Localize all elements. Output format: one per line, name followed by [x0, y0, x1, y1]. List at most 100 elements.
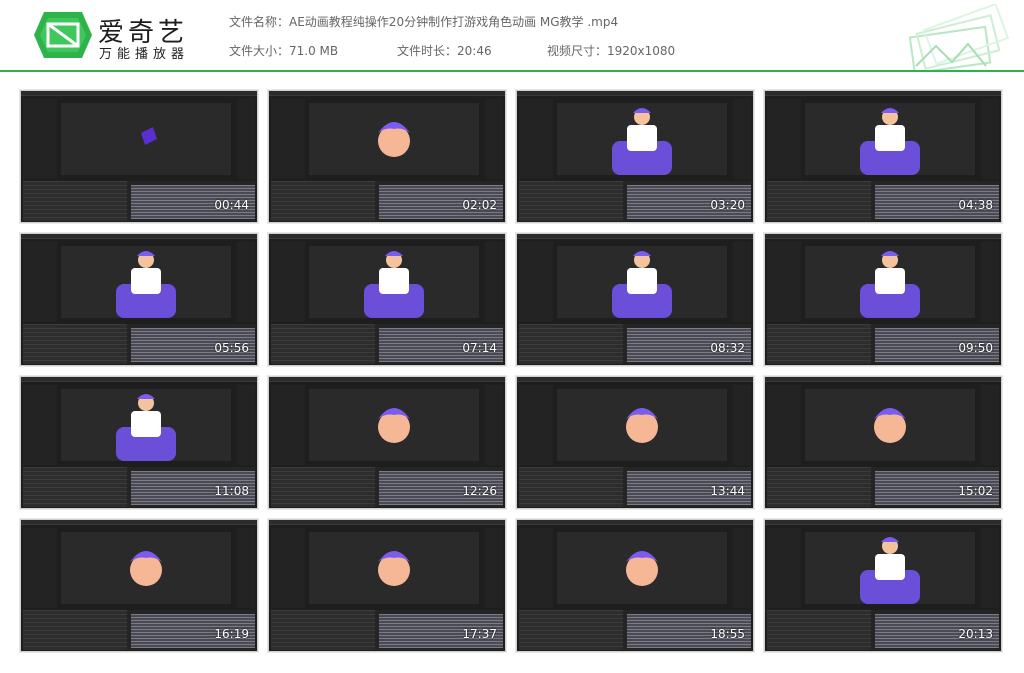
video-thumbnail[interactable]: 18:55 [515, 518, 755, 653]
layer-list [519, 610, 623, 650]
composition-viewer [557, 532, 727, 604]
layer-list [767, 610, 871, 650]
character-figure-icon [378, 122, 410, 157]
effects-panel [981, 242, 999, 322]
film-frame-decoration-icon [908, 4, 1010, 70]
layer-list [23, 324, 127, 364]
composition-viewer [61, 532, 231, 604]
video-thumbnail[interactable]: 09:50 [763, 232, 1003, 367]
effects-panel [733, 99, 751, 179]
project-panel [271, 385, 305, 465]
character-figure-icon [364, 251, 424, 318]
video-thumbnail[interactable]: 00:44 [19, 89, 259, 224]
layer-list [271, 324, 375, 364]
project-panel [23, 385, 57, 465]
layer-list [23, 467, 127, 507]
character-figure-icon [860, 537, 920, 604]
character-figure-icon [612, 251, 672, 318]
project-panel [271, 528, 305, 608]
character-figure-icon [860, 251, 920, 318]
thumbnail-timestamp: 11:08 [214, 484, 249, 498]
video-thumbnail[interactable]: 13:44 [515, 375, 755, 510]
video-dimension-label: 视频尺寸： [547, 44, 608, 58]
project-panel [23, 528, 57, 608]
layer-list [767, 324, 871, 364]
app-menubar [21, 377, 257, 382]
thumbnail-timestamp: 05:56 [214, 341, 249, 355]
thumbnail-timestamp: 07:14 [462, 341, 497, 355]
project-panel [519, 528, 553, 608]
app-menubar [517, 520, 753, 525]
file-duration-info: 文件时长：20:46 [397, 42, 492, 59]
app-menubar [269, 91, 505, 96]
effects-panel [237, 99, 255, 179]
project-panel [271, 99, 305, 179]
video-dimension-info: 视频尺寸：1920x1080 [547, 42, 675, 59]
video-thumbnail[interactable]: 12:26 [267, 375, 507, 510]
character-figure-icon [130, 551, 162, 586]
file-name-info: 文件名称：AE动画教程纯操作20分钟制作打游戏角色动画 MG教学 .mp4 [229, 13, 618, 30]
effects-panel [237, 385, 255, 465]
video-thumbnail[interactable]: 05:56 [19, 232, 259, 367]
thumbnail-timestamp: 13:44 [710, 484, 745, 498]
project-panel [519, 385, 553, 465]
file-size-value: 71.0 MB [289, 44, 339, 58]
effects-panel [733, 242, 751, 322]
composition-viewer [61, 389, 231, 461]
video-thumbnail[interactable]: 03:20 [515, 89, 755, 224]
video-thumbnail[interactable]: 08:32 [515, 232, 755, 367]
layer-list [271, 181, 375, 221]
thumbnail-timestamp: 08:32 [710, 341, 745, 355]
thumbnail-timestamp: 18:55 [710, 627, 745, 641]
character-figure-icon [378, 551, 410, 586]
character-figure-icon [612, 108, 672, 175]
app-menubar [765, 234, 1001, 239]
video-thumbnail[interactable]: 15:02 [763, 375, 1003, 510]
composition-viewer [557, 246, 727, 318]
effects-panel [981, 99, 999, 179]
layer-list [271, 467, 375, 507]
layer-list [519, 324, 623, 364]
thumbnail-timestamp: 17:37 [462, 627, 497, 641]
app-menubar [21, 520, 257, 525]
project-panel [767, 242, 801, 322]
layer-list [767, 467, 871, 507]
file-name-value: AE动画教程纯操作20分钟制作打游戏角色动画 MG教学 .mp4 [289, 15, 619, 29]
project-panel [519, 99, 553, 179]
file-name-label: 文件名称： [229, 15, 290, 29]
app-menubar [21, 91, 257, 96]
video-thumbnail[interactable]: 02:02 [267, 89, 507, 224]
effects-panel [733, 385, 751, 465]
project-panel [23, 242, 57, 322]
thumbnail-timestamp: 09:50 [958, 341, 993, 355]
video-thumbnail[interactable]: 04:38 [763, 89, 1003, 224]
video-thumbnail[interactable]: 16:19 [19, 518, 259, 653]
video-thumbnail[interactable]: 11:08 [19, 375, 259, 510]
character-figure-icon [626, 408, 658, 443]
effects-panel [485, 99, 503, 179]
iqiyi-logo-icon [34, 12, 92, 58]
composition-viewer [805, 389, 975, 461]
app-menubar [269, 234, 505, 239]
video-thumbnail[interactable]: 20:13 [763, 518, 1003, 653]
app-menubar [765, 520, 1001, 525]
project-panel [519, 242, 553, 322]
composition-viewer [309, 246, 479, 318]
thumbnail-timestamp: 12:26 [462, 484, 497, 498]
effects-panel [981, 528, 999, 608]
effects-panel [237, 242, 255, 322]
app-menubar [517, 377, 753, 382]
character-figure-icon [378, 408, 410, 443]
video-thumbnail[interactable]: 07:14 [267, 232, 507, 367]
composition-viewer [805, 532, 975, 604]
effects-panel [981, 385, 999, 465]
header: 爱奇艺 万能播放器 文件名称：AE动画教程纯操作20分钟制作打游戏角色动画 MG… [0, 0, 1024, 72]
composition-viewer [557, 103, 727, 175]
effects-panel [485, 242, 503, 322]
file-duration-label: 文件时长： [397, 44, 458, 58]
video-thumbnail[interactable]: 17:37 [267, 518, 507, 653]
layer-list [271, 610, 375, 650]
character-figure-icon [860, 108, 920, 175]
small-shape-icon [141, 127, 157, 145]
file-size-info: 文件大小：71.0 MB [229, 42, 338, 59]
